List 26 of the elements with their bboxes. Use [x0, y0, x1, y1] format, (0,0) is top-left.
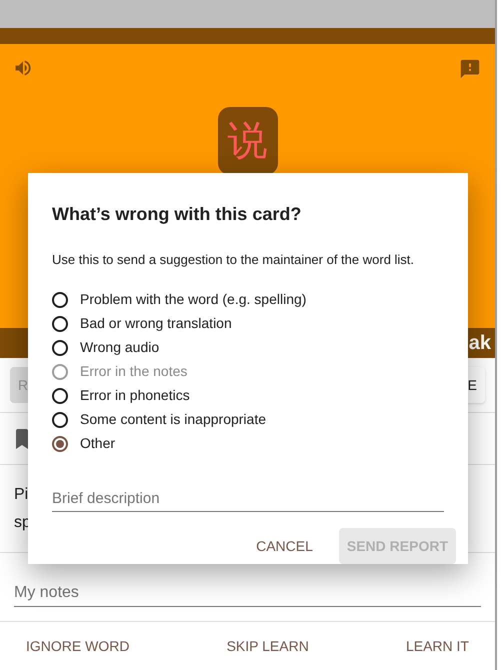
notes-field[interactable]: My notes	[14, 579, 481, 607]
feedback-icon[interactable]	[459, 58, 481, 80]
option-label: Some content is inappropriate	[80, 410, 266, 429]
action-button[interactable]: LEARN IT	[394, 628, 481, 664]
option-label: Problem with the word (e.g. spelling)	[80, 290, 306, 309]
radio-button[interactable]	[52, 292, 68, 308]
option-label: Bad or wrong translation	[80, 314, 232, 333]
dialog-title: What’s wrong with this card?	[52, 203, 302, 226]
description-field[interactable]: Brief description	[52, 486, 444, 512]
radio-button[interactable]	[52, 436, 68, 452]
radio-button[interactable]	[52, 388, 68, 404]
card-text: Pi	[14, 484, 28, 504]
radio-button[interactable]	[52, 340, 68, 356]
bookmark-icon	[16, 428, 28, 448]
band-text: ak	[468, 331, 491, 356]
action-button[interactable]: SKIP LEARN	[214, 628, 321, 664]
action-button[interactable]: IGNORE WORD	[14, 628, 142, 664]
radio-button[interactable]	[52, 316, 68, 332]
option-label: Error in the notes	[80, 362, 188, 381]
option-label: Error in phonetics	[80, 386, 190, 405]
radio-button[interactable]	[52, 412, 68, 428]
dialog-description: Use this to send a suggestion to the maintainer of the word list.	[52, 251, 416, 269]
option-label: Wrong audio	[80, 338, 160, 357]
character-tile: 说	[218, 107, 278, 175]
option-label: Other	[80, 434, 116, 453]
cancel-button[interactable]: CANCEL	[248, 528, 321, 564]
